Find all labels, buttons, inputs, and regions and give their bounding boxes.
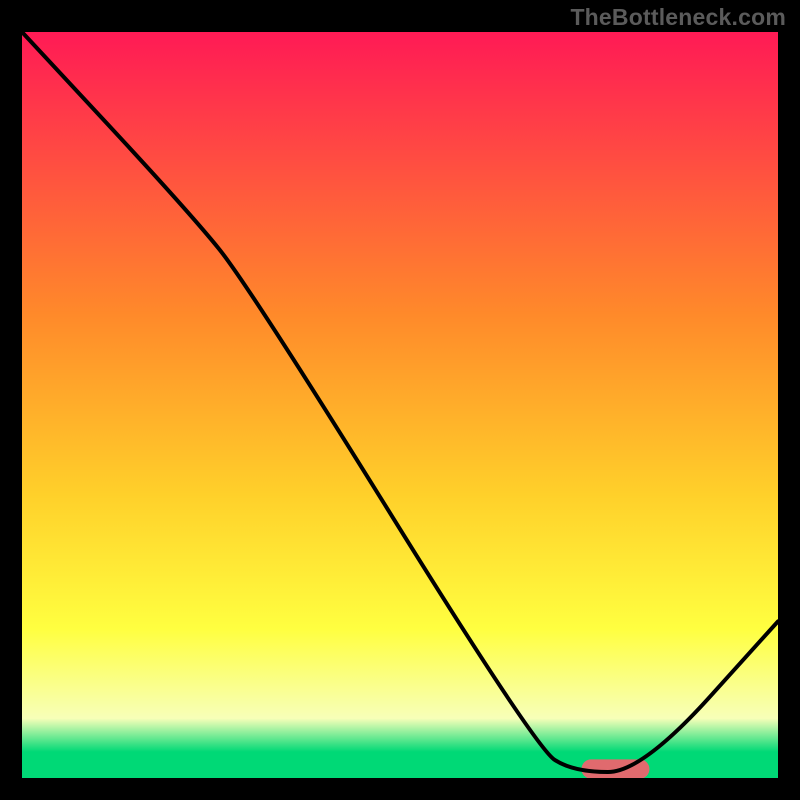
gradient-background [22, 32, 778, 778]
plot-area [22, 32, 778, 778]
watermark-text: TheBottleneck.com [570, 4, 786, 31]
chart-svg [22, 32, 778, 778]
chart-frame: TheBottleneck.com [0, 0, 800, 800]
